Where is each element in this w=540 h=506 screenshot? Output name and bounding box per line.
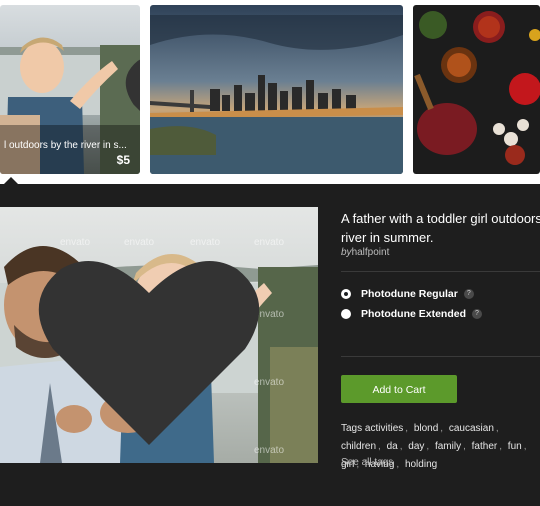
tag-separator: , bbox=[399, 441, 403, 452]
thumbnail-image bbox=[150, 5, 403, 174]
tag-link[interactable]: caucasian bbox=[449, 423, 494, 434]
tag-separator: , bbox=[495, 423, 499, 434]
license-option-extended[interactable]: Photodune Extended ? bbox=[341, 306, 482, 322]
item-title: A father with a toddler girl outdoors ri… bbox=[341, 209, 540, 247]
see-all-tags-link[interactable]: See all tags bbox=[341, 457, 393, 468]
tag-link[interactable]: day bbox=[408, 441, 424, 452]
thumbnail-city-skyline[interactable] bbox=[150, 5, 403, 174]
author-link[interactable]: halfpoint bbox=[352, 247, 390, 258]
preview-image[interactable]: envato envato envato envato envato envat… bbox=[0, 207, 318, 463]
thumbnail-strip: l outdoors by the river in s... $5 bbox=[0, 0, 540, 184]
tag-separator: , bbox=[378, 441, 381, 452]
tag-separator: , bbox=[426, 441, 430, 452]
selection-pointer bbox=[4, 177, 18, 184]
radio-unselected[interactable] bbox=[341, 309, 351, 319]
tag-link[interactable]: da bbox=[387, 441, 398, 452]
tag-link[interactable]: family bbox=[435, 441, 461, 452]
radio-selected[interactable] bbox=[341, 289, 351, 299]
tags-label: Tags bbox=[341, 423, 363, 434]
add-to-cart-button[interactable]: Add to Cart bbox=[341, 375, 457, 403]
help-icon[interactable]: ? bbox=[463, 289, 474, 299]
tag-separator: , bbox=[440, 423, 444, 434]
item-title-line2: river in summer. bbox=[341, 230, 434, 245]
tag-separator: , bbox=[396, 459, 400, 470]
item-title-line1: A father with a toddler girl outdoors bbox=[341, 211, 540, 226]
tag-separator: , bbox=[523, 441, 527, 452]
license-label: Photodune Regular bbox=[361, 288, 458, 300]
thumbnail-father-daughter[interactable]: l outdoors by the river in s... $5 bbox=[0, 5, 140, 174]
tag-link[interactable]: fun bbox=[508, 441, 522, 452]
tag-separator: , bbox=[463, 441, 466, 452]
tag-separator: , bbox=[499, 441, 503, 452]
license-option-regular[interactable]: Photodune Regular ? bbox=[341, 286, 474, 302]
thumbnail-caption: l outdoors by the river in s... bbox=[4, 140, 127, 151]
tag-link[interactable]: children bbox=[341, 441, 376, 452]
thumbnail-price: $5 bbox=[116, 153, 130, 167]
tag-link[interactable]: holding bbox=[405, 459, 437, 470]
tag-separator: , bbox=[405, 423, 409, 434]
tag-link[interactable]: father bbox=[472, 441, 498, 452]
thumbnail-food[interactable] bbox=[413, 5, 540, 174]
help-icon[interactable]: ? bbox=[472, 309, 482, 319]
item-author: byhalfpoint bbox=[341, 247, 389, 258]
license-label: Photodune Extended bbox=[361, 308, 466, 320]
tag-link[interactable]: activities bbox=[365, 423, 403, 434]
author-prefix: by bbox=[341, 247, 352, 258]
heart-icon[interactable] bbox=[0, 221, 308, 463]
divider bbox=[341, 356, 540, 357]
divider bbox=[341, 271, 540, 272]
tag-link[interactable]: blond bbox=[414, 423, 438, 434]
thumbnail-image bbox=[413, 5, 540, 174]
